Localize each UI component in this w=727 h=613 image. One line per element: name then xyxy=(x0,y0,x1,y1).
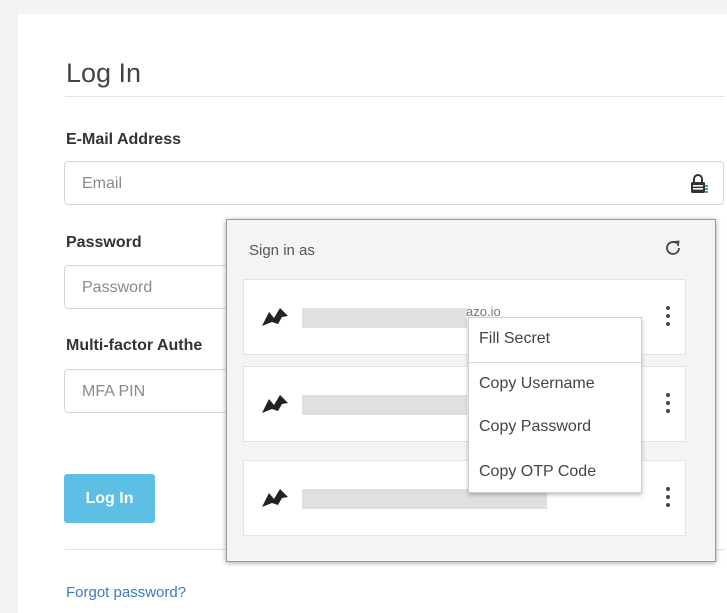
more-vertical-icon[interactable] xyxy=(665,487,671,511)
menu-item-fill-secret[interactable]: Fill Secret xyxy=(479,330,550,348)
page-title: Log In xyxy=(66,58,142,88)
redacted-account-name xyxy=(302,308,467,328)
mfa-label: Multi-factor Authe xyxy=(66,337,203,354)
menu-item-copy-otp[interactable]: Copy OTP Code xyxy=(479,463,596,481)
mfa-field[interactable]: MFA PIN xyxy=(64,369,244,413)
keeper-logo-icon xyxy=(262,308,288,326)
password-label: Password xyxy=(66,234,142,251)
email-placeholder: Email xyxy=(82,175,123,192)
account-context-menu: Fill Secret Copy Username Copy Password … xyxy=(468,317,642,493)
lock-icon[interactable] xyxy=(689,173,709,195)
more-vertical-icon[interactable] xyxy=(665,306,671,330)
forgot-password-link[interactable]: Forgot password? xyxy=(66,584,186,601)
email-field[interactable]: Email xyxy=(64,161,724,205)
menu-divider xyxy=(469,362,641,363)
popup-heading: Sign in as xyxy=(249,242,315,259)
email-label: E-Mail Address xyxy=(66,131,181,148)
menu-item-copy-password[interactable]: Copy Password xyxy=(479,418,591,436)
redacted-account-name xyxy=(302,395,467,415)
keeper-logo-icon xyxy=(262,489,288,507)
password-field[interactable]: Password xyxy=(64,265,244,309)
refresh-icon[interactable] xyxy=(663,238,683,258)
login-button[interactable]: Log In xyxy=(64,474,155,523)
menu-item-copy-username[interactable]: Copy Username xyxy=(479,375,595,393)
password-placeholder: Password xyxy=(82,279,153,296)
keeper-logo-icon xyxy=(262,395,288,413)
mfa-placeholder: MFA PIN xyxy=(82,383,146,400)
more-vertical-icon[interactable] xyxy=(665,393,671,417)
title-divider xyxy=(65,96,725,97)
